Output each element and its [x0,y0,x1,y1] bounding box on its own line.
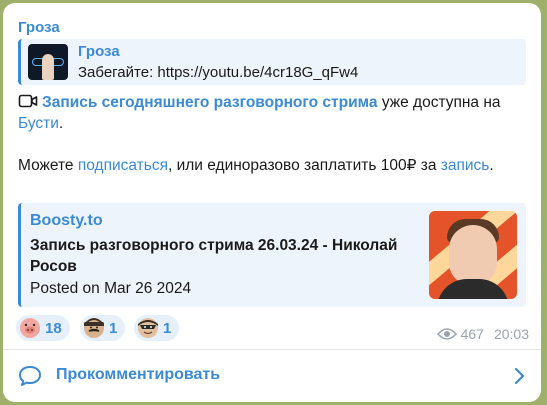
paragraph-1-text: уже доступна на [377,94,501,111]
comment-button[interactable]: Прокомментировать [3,350,541,402]
reaction-count: 1 [109,319,118,337]
paragraph-1-end: . [58,115,64,132]
paragraph-2-prefix: Можете [18,157,78,174]
paragraph-2: Можете подписаться, или единоразово запл… [18,155,528,176]
message-text: Запись сегодняшнего разговорного стрима … [18,92,528,176]
link-preview[interactable]: Boosty.to Запись разговорного стрима 26.… [18,203,526,307]
channel-name[interactable]: Гроза [18,19,60,36]
pig-face-icon [20,318,40,338]
reply-thumbnail [28,44,68,80]
preview-description: Posted on Mar 26 2024 [30,280,192,297]
reaction-mask[interactable]: 1 [134,315,180,341]
paragraph-2-middle: , или единоразово заплатить 100₽ за [167,157,441,174]
preview-thumbnail [429,211,517,299]
reply-author: Гроза [78,43,120,60]
comment-bubble-icon [19,366,41,386]
eye-icon [436,328,457,340]
mustache-man-icon [84,318,104,338]
comment-label: Прокомментировать [56,366,221,383]
chevron-right-icon [514,367,525,385]
paragraph-2-end: . [489,157,494,174]
paragraph-1: Запись сегодняшнего разговорного стрима … [18,92,528,134]
reaction-count: 1 [163,319,172,337]
mask-man-icon [138,318,158,338]
subscribe-link[interactable]: подписаться [78,157,168,174]
preview-title: Запись разговорного стрима 26.03.24 - Ни… [30,237,398,275]
message-meta: 467 20:03 [436,326,529,342]
recording-link[interactable]: запись [441,157,490,174]
reply-text: Забегайте: https://youtu.be/4cr18G_qFw4 [78,64,359,81]
stream-recording-link[interactable]: Запись сегодняшнего разговорного стрима [42,94,378,111]
reaction-pig[interactable]: 18 [16,315,70,341]
reply-quote[interactable]: Гроза Забегайте: https://youtu.be/4cr18G… [18,39,526,85]
reaction-count: 18 [45,319,62,337]
view-count: 467 [460,326,484,342]
video-camera-icon [18,94,38,108]
reaction-mustache[interactable]: 1 [80,315,126,341]
preview-site-name: Boosty.to [30,212,103,229]
message-time: 20:03 [493,326,529,342]
boosty-link[interactable]: Бусти [18,115,59,132]
